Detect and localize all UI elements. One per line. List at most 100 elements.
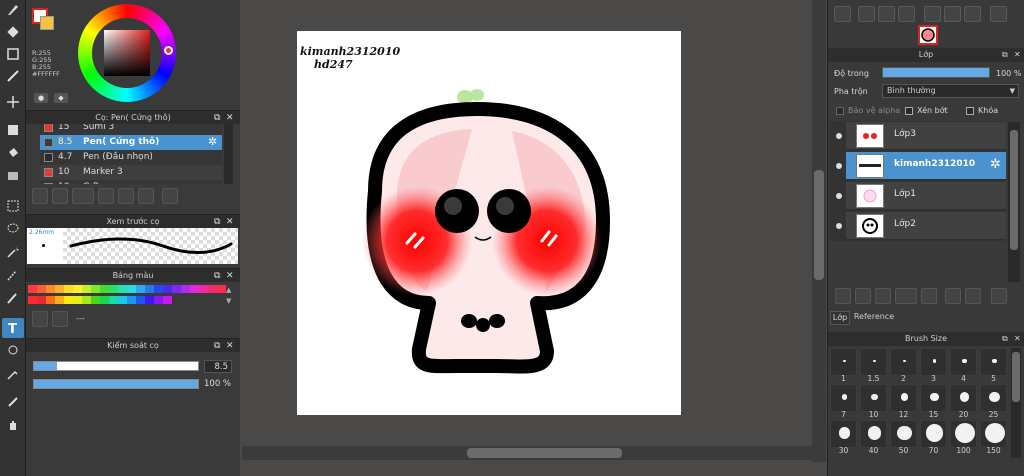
palette-swatch[interactable]: [127, 296, 136, 304]
palette-swatch[interactable]: [181, 285, 190, 293]
dropper-icon[interactable]: [2, 392, 24, 412]
visibility-icon[interactable]: [836, 163, 842, 169]
palette-swatch[interactable]: [64, 296, 73, 304]
palette-swatch[interactable]: [136, 285, 145, 293]
layer-merge-icon[interactable]: [965, 288, 981, 304]
brush-item[interactable]: 4.7 Pen (Đầu nhọn): [40, 150, 222, 165]
palette-swatch[interactable]: [109, 296, 118, 304]
palette-delete-icon[interactable]: [52, 311, 68, 327]
palette-swatch[interactable]: [91, 285, 100, 293]
fill-rect-tool-icon[interactable]: [2, 120, 24, 140]
palette-swatch[interactable]: [208, 285, 217, 293]
brush-size-cell[interactable]: [890, 420, 917, 448]
brush-size-cell[interactable]: [860, 384, 887, 412]
saturation-square[interactable]: [104, 30, 150, 76]
brush-size-cell[interactable]: [860, 348, 887, 376]
palette-swatch[interactable]: [46, 296, 55, 304]
lasso-icon[interactable]: [2, 219, 24, 239]
horizontal-scroll-thumb[interactable]: [467, 448, 622, 458]
lasso-fill-icon[interactable]: [2, 341, 24, 361]
color-swap-icon[interactable]: ◆: [54, 93, 68, 103]
layer-row[interactable]: Lớp2: [846, 212, 1006, 240]
tab-layer[interactable]: Lớp: [830, 311, 850, 325]
palette-swatch[interactable]: [64, 285, 73, 293]
brush-size-cell[interactable]: [980, 384, 1007, 412]
brush-size-cell[interactable]: [950, 348, 977, 376]
tab-reference[interactable]: Reference: [852, 311, 896, 325]
blend-mode-select[interactable]: Bình thường ▼: [882, 84, 1019, 98]
panel-float-icon[interactable]: ⧉: [1002, 332, 1008, 346]
magic-wand-icon[interactable]: [2, 242, 24, 262]
layer-menu-icon[interactable]: [895, 288, 917, 304]
zoom-in-icon[interactable]: [858, 6, 875, 22]
palette-swatch[interactable]: [46, 285, 55, 293]
brush-size-cell[interactable]: [890, 384, 917, 412]
brush-opacity-slider[interactable]: [33, 379, 199, 389]
brush-size-scrollbar[interactable]: [1011, 348, 1021, 458]
panel-close-icon[interactable]: ✕: [1014, 48, 1021, 62]
panel-close-icon[interactable]: ✕: [226, 215, 234, 229]
pen-tool-icon[interactable]: [2, 0, 24, 20]
brush-item[interactable]: 10 Marker 3: [40, 165, 222, 180]
new-brush-icon[interactable]: [52, 188, 68, 204]
brush-size-cell[interactable]: [890, 348, 917, 376]
palette-swatch[interactable]: [28, 285, 37, 293]
eraser-tool-icon[interactable]: [2, 22, 24, 42]
rotate-right-icon[interactable]: [964, 6, 981, 22]
brush-size-value[interactable]: 8.5: [204, 360, 232, 373]
palette-swatch[interactable]: [73, 296, 82, 304]
palette-swatch[interactable]: [154, 285, 163, 293]
palette-swatch[interactable]: [172, 285, 181, 293]
layer-row[interactable]: Lớp1: [846, 182, 1006, 210]
palette-swatch[interactable]: [199, 285, 208, 293]
palette-swatch[interactable]: [154, 296, 163, 304]
brush-delete-icon[interactable]: [162, 188, 178, 204]
panel-float-icon[interactable]: ⧉: [214, 215, 220, 229]
brush-folder-icon[interactable]: [118, 188, 134, 204]
brush-size-cell[interactable]: [830, 348, 857, 376]
panel-close-icon[interactable]: ✕: [226, 339, 234, 353]
new-layer-8bit-icon[interactable]: [875, 288, 891, 304]
layer-opacity-slider[interactable]: [882, 67, 990, 78]
visibility-icon[interactable]: [836, 223, 842, 229]
text-tool-icon[interactable]: T: [2, 318, 24, 338]
clipping-checkbox[interactable]: [905, 107, 913, 115]
select-rect-icon[interactable]: [2, 196, 24, 216]
gear-icon[interactable]: ✲: [208, 135, 217, 148]
layer-scroll-thumb[interactable]: [1010, 130, 1018, 250]
select-pen-icon[interactable]: [2, 265, 24, 285]
brush-size-cell[interactable]: [950, 420, 977, 448]
panel-float-icon[interactable]: ⧉: [214, 269, 220, 283]
palette-swatch[interactable]: [136, 296, 145, 304]
palette-swatch[interactable]: [82, 296, 91, 304]
brush-size-cell[interactable]: [920, 420, 947, 448]
brush-size-slider[interactable]: [33, 361, 199, 371]
vertical-scrollbar[interactable]: [812, 0, 826, 462]
brush-size-cell[interactable]: [980, 348, 1007, 376]
horizontal-scrollbar[interactable]: [242, 446, 812, 460]
brush-size-cell[interactable]: [830, 384, 857, 412]
move-tool-icon[interactable]: [2, 92, 24, 112]
panel-close-icon[interactable]: ✕: [1014, 332, 1021, 346]
brush-size-scroll-thumb[interactable]: [1012, 352, 1020, 402]
drawing-canvas[interactable]: kimanh2312010 hd247: [297, 31, 681, 415]
brush-item-selected[interactable]: 8.5 Pen( Cứng thô) ✲: [40, 135, 222, 150]
layer-row-selected[interactable]: kimanh2312010 ✲: [846, 152, 1006, 180]
layer-row[interactable]: Lớp3: [846, 122, 1006, 150]
rect-tool-icon[interactable]: [2, 44, 24, 64]
panel-close-icon[interactable]: ✕: [226, 269, 234, 283]
add-brush-icon[interactable]: [32, 188, 48, 204]
palette-swatch[interactable]: [55, 285, 64, 293]
brush-size-cell[interactable]: [830, 420, 857, 448]
palette-swatch[interactable]: [55, 296, 64, 304]
brush-size-cell[interactable]: [950, 384, 977, 412]
visibility-icon[interactable]: [836, 193, 842, 199]
panel-float-icon[interactable]: ⧉: [1002, 48, 1008, 62]
bucket-tool-icon[interactable]: [2, 143, 24, 163]
zoom-out-icon[interactable]: [878, 6, 895, 22]
vertical-scroll-thumb[interactable]: [814, 170, 824, 280]
palette-swatch[interactable]: [109, 285, 118, 293]
palette-swatch[interactable]: [145, 296, 154, 304]
brush-size-cell[interactable]: [980, 420, 1007, 448]
gradient-tool-icon[interactable]: [2, 166, 24, 186]
